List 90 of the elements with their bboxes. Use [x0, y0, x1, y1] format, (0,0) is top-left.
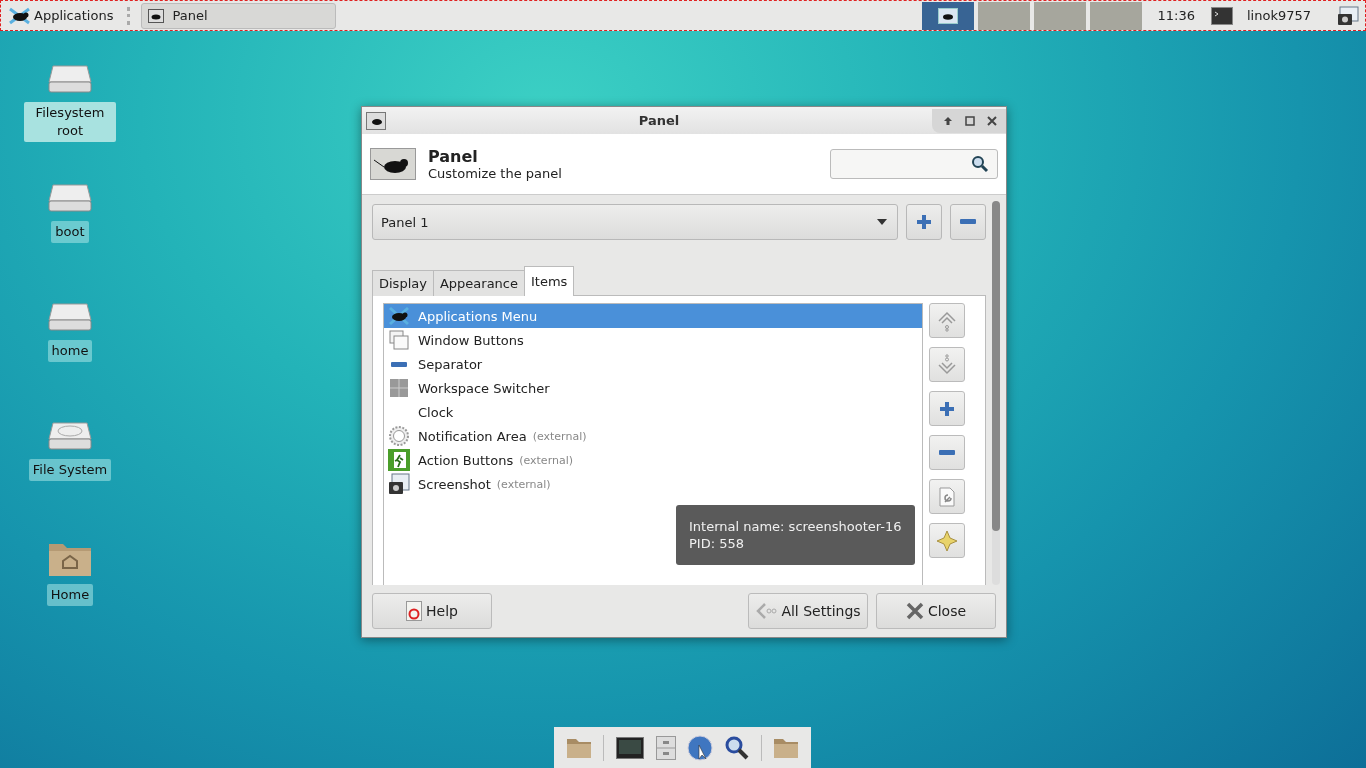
tooltip-text: PID: 558 [689, 535, 745, 552]
folder-icon[interactable] [565, 736, 592, 759]
list-item[interactable]: Separator [384, 352, 922, 376]
minus-icon [960, 219, 976, 225]
list-item[interactable]: Workspace Switcher [384, 376, 922, 400]
caret-icon [877, 219, 887, 225]
desktop-icon-label[interactable]: home [47, 340, 93, 362]
taskbar-button[interactable]: Panel [141, 2, 337, 29]
document-wrench-icon [938, 486, 956, 507]
header-title: Panel [428, 147, 479, 166]
item-name: Separator [418, 356, 483, 372]
list-item[interactable]: Clock [384, 400, 922, 424]
desktop-icon-label[interactable]: Home [46, 584, 94, 606]
camera-icon [388, 473, 410, 495]
desktop-icon-label[interactable]: File System [28, 459, 112, 481]
drive-icon[interactable] [47, 300, 93, 334]
mouse-icon [370, 148, 416, 180]
drive-icon[interactable] [47, 419, 93, 453]
move-down-button[interactable] [929, 347, 965, 382]
item-note: (external) [496, 477, 551, 491]
help-button[interactable]: Help [372, 593, 492, 629]
about-item-button[interactable] [929, 523, 965, 558]
item-note: (external) [519, 453, 574, 467]
clock[interactable]: 11:36 [1157, 8, 1195, 23]
windows-icon [389, 330, 409, 350]
add-item-button[interactable] [929, 391, 965, 426]
mouse-icon [366, 111, 386, 130]
shade-icon[interactable] [942, 114, 954, 127]
file-cabinet-icon[interactable] [655, 735, 676, 760]
applications-menu-button[interactable]: Applications [3, 1, 120, 30]
camera-icon[interactable] [1337, 5, 1359, 26]
mouse-icon [388, 306, 410, 326]
workspace-button[interactable] [921, 1, 974, 30]
scrollbar[interactable] [992, 201, 1000, 585]
back-arrow-icon [755, 602, 778, 620]
plus-icon [916, 214, 932, 230]
panel-dropdown[interactable]: Panel 1 [372, 204, 898, 240]
list-item[interactable]: Screenshot (external) [384, 472, 922, 496]
move-up-button[interactable] [929, 303, 965, 338]
tab[interactable]: Appearance [432, 270, 525, 296]
arrow-down-icon [937, 353, 957, 376]
item-name: Clock [418, 404, 454, 420]
tooltip-text: Internal name: screenshooter-16 [689, 518, 902, 535]
item-name: Action Buttons [418, 452, 514, 468]
desktop-icon-label[interactable]: boot [51, 221, 89, 243]
item-note: (external) [532, 429, 587, 443]
item-name: Workspace Switcher [418, 380, 550, 396]
window-title: Panel [637, 113, 681, 128]
add-panel-button[interactable] [906, 204, 942, 240]
star-icon [936, 529, 958, 552]
window-icon [937, 7, 958, 24]
close-icon [905, 602, 924, 620]
item-name: Screenshot [418, 476, 491, 492]
exit-icon [388, 449, 410, 471]
list-item[interactable]: Notification Area (external) [384, 424, 922, 448]
search-field[interactable] [830, 149, 998, 179]
close-icon[interactable] [986, 114, 998, 127]
folder-icon[interactable] [773, 736, 800, 759]
list-item[interactable]: Action Buttons (external) [384, 448, 922, 472]
item-name: Window Buttons [418, 332, 524, 348]
minus-icon [939, 450, 955, 455]
maximize-icon[interactable] [964, 114, 976, 127]
item-name: Applications Menu [418, 308, 538, 324]
grid-icon [390, 379, 408, 397]
remove-panel-button[interactable] [950, 204, 986, 240]
globe-icon[interactable] [687, 734, 714, 761]
header-subtitle: Customize the panel [428, 166, 563, 181]
close-button[interactable]: Close [876, 593, 996, 629]
tab[interactable]: Display [372, 270, 434, 296]
drive-icon[interactable] [47, 62, 93, 96]
separator-icon [391, 361, 407, 367]
remove-item-button[interactable] [929, 435, 965, 470]
tab[interactable]: Items [524, 266, 575, 296]
mouse-icon [9, 6, 31, 25]
plus-icon [939, 400, 955, 417]
search-icon [971, 155, 989, 173]
help-icon [406, 601, 423, 621]
terminal-icon[interactable] [1210, 6, 1233, 25]
mouse-icon [148, 8, 165, 23]
terminal-icon[interactable] [616, 736, 645, 759]
desktop-icon-label[interactable]: Filesystem root [24, 102, 116, 142]
user-name[interactable]: linok9757 [1246, 8, 1311, 23]
edit-item-button[interactable] [929, 479, 965, 514]
all-settings-button[interactable]: All Settings [748, 593, 868, 629]
gear-icon [388, 425, 410, 447]
drive-icon[interactable] [47, 181, 93, 215]
search-icon[interactable] [724, 735, 749, 760]
arrow-up-icon [937, 309, 957, 332]
list-item[interactable]: Window Buttons [384, 328, 922, 352]
item-name: Notification Area [418, 428, 527, 444]
